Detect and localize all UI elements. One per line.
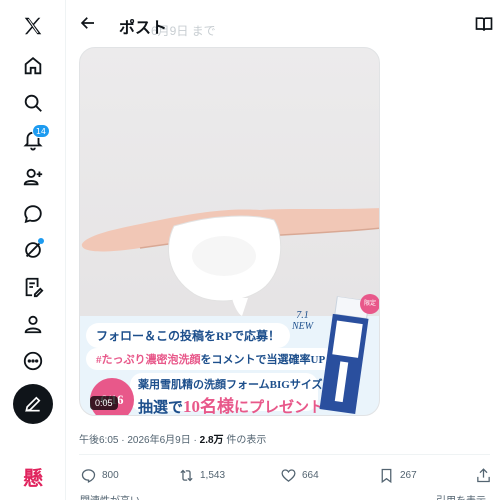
post-meta: 午後6:05 · 2026年6月9日 · 2.8万 件の表示 — [79, 431, 266, 446]
banner-line-4-b: にプレゼント — [234, 400, 325, 416]
search-icon[interactable] — [14, 84, 52, 122]
new-label-date: 7.1 — [296, 310, 309, 321]
home-icon[interactable] — [14, 47, 52, 85]
compose-icon — [25, 396, 41, 412]
reader-mode-icon[interactable] — [474, 14, 494, 34]
post-header: 6月9日 まで ポスト — [67, 0, 500, 50]
limited-badge: 限定 — [360, 294, 379, 314]
bookmark-button[interactable]: 267 — [378, 467, 417, 484]
reply-button[interactable]: 800 — [80, 467, 119, 484]
notifications-badge: 14 — [31, 124, 50, 138]
like-button[interactable]: 664 — [280, 467, 319, 484]
foam-image — [168, 215, 282, 316]
reply-count: 800 — [102, 470, 119, 481]
meta-separator: · — [193, 435, 197, 446]
bookmark-count: 267 — [400, 470, 417, 481]
banner-line-1: フォロー＆この投稿をRPで応募！ — [86, 323, 290, 348]
profile-icon[interactable] — [14, 305, 52, 343]
like-count: 664 — [302, 470, 319, 481]
avatar[interactable]: 懸 — [19, 462, 47, 490]
meta-separator: · — [121, 435, 125, 446]
grok-dot — [38, 238, 44, 244]
post-time[interactable]: 午後6:05 — [79, 435, 118, 446]
lists-icon[interactable] — [14, 268, 52, 306]
divider — [79, 454, 490, 455]
new-label: 7.1 NEW — [292, 310, 313, 332]
share-icon[interactable] — [475, 467, 492, 484]
grok-icon[interactable] — [14, 231, 52, 269]
banner-line-2-rest: をコメントで当選確率UP — [200, 354, 326, 366]
more-icon[interactable] — [14, 342, 52, 380]
chat-icon[interactable] — [14, 195, 52, 233]
banner-line-4: 抽選で10名様にプレゼント — [138, 392, 324, 416]
post-media-video[interactable]: フォロー＆この投稿をRPで応募！ #たっぷり濃密泡洗顔をコメントで当選確率UP … — [79, 47, 380, 416]
view-suffix: 件の表示 — [226, 435, 267, 446]
back-button[interactable] — [77, 12, 99, 34]
left-navigation: 14 懸 — [0, 0, 66, 500]
bookmark-icon — [381, 468, 392, 484]
banner-line-3: 薬用雪肌精の洗顔フォームBIGサイズを 抽選で10名様にプレゼント — [130, 373, 334, 415]
notifications-icon[interactable]: 14 — [14, 121, 52, 159]
banner-line-2: #たっぷり濃密泡洗顔をコメントで当選確率UP — [86, 348, 336, 370]
banner-line-4-big: 10名様 — [183, 397, 235, 416]
repost-count: 1,543 — [200, 470, 226, 481]
new-label-text: NEW — [292, 321, 314, 332]
heart-icon — [281, 469, 296, 482]
repost-icon — [180, 469, 193, 482]
arrow-left-icon — [80, 17, 94, 29]
banner-line-4-a: 抽選で — [138, 400, 184, 416]
video-duration: 0:05 — [90, 396, 118, 410]
post-date[interactable]: 2026年6月9日 — [127, 435, 190, 446]
reply-icon — [81, 469, 96, 483]
banner-line-3-text: 薬用雪肌精の洗顔フォームBIGサイズを — [138, 379, 334, 391]
page-title: ポスト — [119, 20, 168, 37]
view-count: 2.8万 — [199, 435, 224, 446]
follow-icon[interactable] — [14, 158, 52, 196]
banner-hashtag: #たっぷり濃密泡洗顔 — [96, 354, 201, 366]
x-logo-icon[interactable] — [14, 7, 52, 45]
repost-button[interactable]: 1,543 — [178, 467, 225, 484]
compose-post-button[interactable] — [13, 384, 53, 424]
sort-relevance[interactable]: 関連性が高い — [80, 492, 140, 500]
view-quotes-link[interactable]: 引用を表示 — [436, 492, 486, 500]
